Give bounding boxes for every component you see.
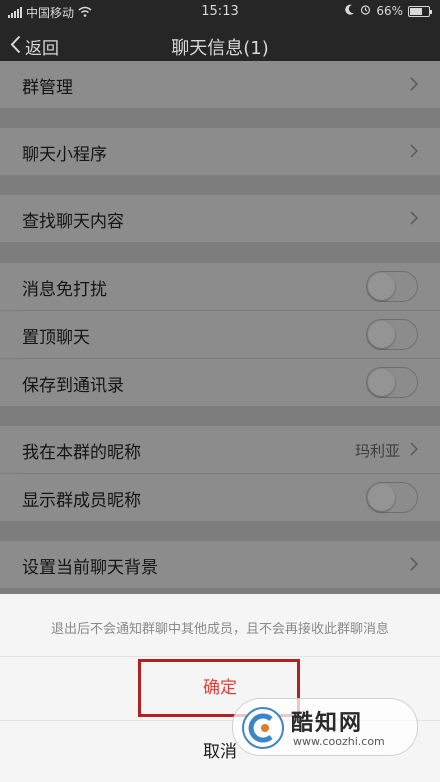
row-label: 显示群成员昵称 [22, 491, 141, 511]
watermark: 酷知网 www.coozhi.com [232, 698, 418, 756]
show-member-alias-row: 显示群成员昵称 [0, 474, 440, 521]
chevron-right-icon [410, 210, 419, 229]
alarm-icon [360, 4, 371, 18]
row-label: 聊天小程序 [22, 145, 107, 165]
save-contacts-row: 保存到通讯录 [0, 359, 440, 406]
sheet-message: 退出后不会通知群聊中其他成员，且不会再接收此群聊消息 [50, 622, 389, 637]
row-label: 群管理 [22, 78, 73, 98]
battery-icon [408, 5, 432, 17]
show-member-alias-toggle[interactable] [366, 482, 418, 513]
toggle-knob [368, 484, 395, 511]
pin-toggle[interactable] [366, 319, 418, 350]
row-label: 置顶聊天 [22, 328, 90, 348]
status-bar: 中国移动 15:13 66% [0, 0, 440, 24]
chevron-right-icon [410, 76, 419, 95]
group-management-row[interactable]: 群管理 [0, 61, 440, 108]
watermark-name: 酷知网 [291, 711, 364, 736]
toggle-knob [368, 273, 395, 300]
moon-icon [345, 4, 355, 18]
mute-toggle[interactable] [366, 271, 418, 302]
row-label: 消息免打扰 [22, 280, 107, 300]
battery-percent: 66% [376, 4, 403, 18]
toggle-knob [368, 369, 395, 396]
my-alias-value: 玛利亚 [354, 442, 400, 460]
page-title: 聊天信息(1) [171, 38, 269, 59]
chat-mini-programs-row[interactable]: 聊天小程序 [0, 128, 440, 175]
coozhi-logo-icon [241, 706, 285, 750]
row-label: 保存到通讯录 [22, 376, 124, 396]
watermark-url: www.coozhi.com [293, 735, 385, 748]
mute-row: 消息免打扰 [0, 263, 440, 310]
toggle-knob [368, 321, 395, 348]
chevron-right-icon [410, 143, 419, 162]
chat-background-row[interactable]: 设置当前聊天背景 [0, 541, 440, 588]
chevron-right-icon [410, 441, 419, 460]
search-chat-row[interactable]: 查找聊天内容 [0, 195, 440, 242]
pin-chat-row: 置顶聊天 [0, 311, 440, 358]
row-label: 设置当前聊天背景 [22, 558, 158, 578]
my-alias-row[interactable]: 我在本群的昵称 玛利亚 [0, 426, 440, 473]
row-label: 查找聊天内容 [22, 212, 124, 232]
save-contacts-toggle[interactable] [366, 367, 418, 398]
chevron-right-icon [410, 556, 419, 575]
row-label: 我在本群的昵称 [22, 443, 141, 463]
